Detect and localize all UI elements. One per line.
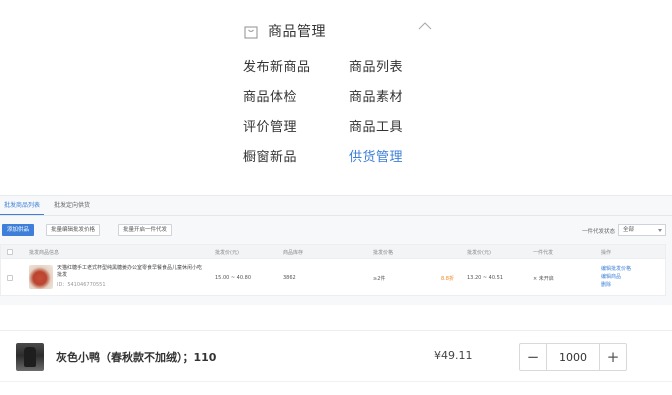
product-name: 灰色小鸭（春秋款不加绒）；110	[56, 351, 217, 364]
batch-edit-price-button[interactable]: 批量编辑批发价格	[46, 224, 101, 236]
tier-quantity: ≥2件	[373, 276, 386, 282]
col-tier-price: 批发价格	[373, 250, 394, 256]
delete-link[interactable]: 删除	[601, 281, 611, 288]
chevron-down-icon	[658, 229, 662, 232]
col-goods-info: 批发商品信息	[29, 250, 60, 256]
filter-label: 一件代发状态	[582, 229, 616, 235]
menu-item-publish[interactable]: 发布新商品	[243, 56, 311, 75]
quantity-stepper: − +	[519, 343, 627, 371]
menu-item-goods-check[interactable]: 商品体检	[243, 86, 297, 105]
col-price: 批发价(元)	[215, 250, 239, 256]
tab-bar: 批发商品列表 批发定向供货	[0, 196, 672, 216]
col-price-2: 批发价(元)	[467, 250, 491, 256]
toolbar: 添加供品 批量编辑批发价格 批量开启一件代发 一件代发状态 全部	[0, 220, 672, 240]
wholesale-table: 批发商品信息 批发价(元) 商品库存 批发价格 批发价(元) 一件代发 操作 天…	[0, 244, 666, 296]
menu-item-review[interactable]: 评价管理	[243, 116, 297, 135]
dropship-status-select[interactable]: 全部	[618, 224, 666, 236]
increment-button[interactable]: +	[599, 344, 626, 370]
menu-header[interactable]: 商品管理	[244, 20, 326, 42]
cart-item-row: 灰色小鸭（春秋款不加绒）；110 ¥49.11 − +	[0, 330, 672, 395]
wholesale-admin-panel: 批发商品列表 批发定向供货 添加供品 批量编辑批发价格 批量开启一件代发 一件代…	[0, 195, 672, 305]
add-supply-button[interactable]: 添加供品	[2, 224, 35, 236]
tier-discount: 8.8折	[441, 276, 454, 282]
select-value: 全部	[623, 227, 635, 233]
col-stock: 商品库存	[283, 250, 304, 256]
table-row: 天猫红糖手工老式杯型纯黑糖姜办公室零食早餐食品儿童休闲小吃批发 ID：54104…	[1, 259, 665, 297]
shopping-bag-icon	[244, 25, 258, 39]
chevron-up-icon[interactable]	[418, 21, 432, 31]
menu-item-goods-material[interactable]: 商品素材	[349, 86, 403, 105]
tab-directed-supply[interactable]: 批发定向供货	[50, 196, 94, 215]
col-dropship: 一件代发	[533, 250, 554, 256]
table-header: 批发商品信息 批发价(元) 商品库存 批发价格 批发价(元) 一件代发 操作	[1, 245, 665, 259]
select-all-checkbox[interactable]	[7, 249, 13, 255]
stock-value: 3862	[283, 275, 296, 281]
menu-item-goods-tools[interactable]: 商品工具	[349, 116, 403, 135]
tab-wholesale-list[interactable]: 批发商品列表	[0, 196, 45, 215]
batch-enable-dropship-button[interactable]: 批量开启一件代发	[118, 224, 173, 236]
decrement-button[interactable]: −	[520, 344, 547, 370]
menu-item-goods-list[interactable]: 商品列表	[349, 56, 403, 75]
dropship-status: × 未开启	[533, 276, 554, 282]
col-actions: 操作	[601, 250, 612, 256]
goods-thumbnail[interactable]	[29, 265, 53, 289]
goods-title[interactable]: 天猫红糖手工老式杯型纯黑糖姜办公室零食早餐食品儿童休闲小吃批发	[57, 265, 203, 279]
menu-item-supply[interactable]: 供货管理	[349, 146, 403, 165]
edit-goods-link[interactable]: 编辑商品	[601, 273, 621, 280]
price-range-2: 13.20 ~ 40.51	[467, 275, 503, 281]
quantity-input[interactable]	[547, 344, 599, 370]
product-price: ¥49.11	[434, 349, 473, 362]
price-range: 15.00 ~ 40.80	[215, 275, 251, 281]
product-thumbnail[interactable]	[16, 343, 44, 371]
goods-id: ID：541046770551	[57, 282, 106, 288]
goods-management-menu: 商品管理 发布新商品 商品列表 商品体检 商品素材 评价管理 商品工具 橱窗新品…	[0, 0, 672, 190]
row-checkbox[interactable]	[7, 275, 13, 281]
menu-title: 商品管理	[268, 24, 326, 40]
menu-item-showcase[interactable]: 橱窗新品	[243, 146, 297, 165]
edit-price-link[interactable]: 编辑批发价格	[601, 265, 631, 272]
divider	[0, 381, 672, 382]
